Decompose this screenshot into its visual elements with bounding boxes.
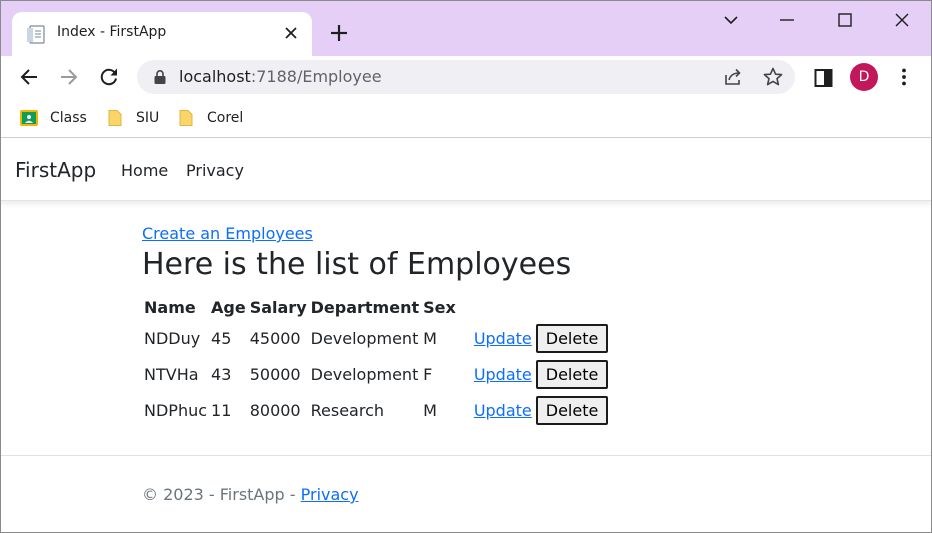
- tab-title: Index - FirstApp: [57, 24, 167, 40]
- footer-divider: [0, 455, 932, 456]
- nav-link-home[interactable]: Home: [121, 161, 168, 180]
- update-link[interactable]: Update: [460, 329, 532, 348]
- forward-arrow-icon[interactable]: [58, 66, 80, 88]
- browser-toolbar: localhost:7188/Employee D: [0, 56, 932, 100]
- column-header-age: Age: [211, 297, 246, 317]
- cell-department: Development: [310, 364, 419, 384]
- reload-icon[interactable]: [98, 66, 120, 88]
- page-title: Here is the list of Employees: [142, 247, 572, 282]
- footer-privacy-link[interactable]: Privacy: [301, 485, 359, 504]
- site-navbar: FirstApp Home Privacy: [0, 139, 932, 201]
- profile-avatar[interactable]: D: [850, 63, 878, 91]
- browser-tab[interactable]: Index - FirstApp: [12, 12, 312, 56]
- cell-sex: M: [423, 328, 437, 348]
- table-row: NDDuy 45 45000 Development M Update Dele…: [142, 320, 610, 356]
- close-tab-icon[interactable]: [282, 24, 300, 42]
- lock-icon[interactable]: [153, 69, 167, 85]
- employees-table: Name Age Salary Department Sex NDDuy 45 …: [142, 294, 610, 428]
- nav-link-privacy[interactable]: Privacy: [186, 161, 244, 180]
- page-viewport: FirstApp Home Privacy Create an Employee…: [0, 139, 932, 533]
- url-text[interactable]: localhost:7188/Employee: [179, 67, 382, 86]
- address-bar[interactable]: localhost:7188/Employee: [137, 60, 795, 94]
- delete-button[interactable]: Delete: [535, 395, 609, 425]
- cell-sex: F: [423, 364, 433, 384]
- folder-icon: [179, 110, 193, 126]
- column-header-salary: Salary: [249, 297, 307, 317]
- maximize-icon[interactable]: [835, 10, 855, 30]
- bookmark-class[interactable]: Class: [20, 107, 87, 129]
- bookmark-corel[interactable]: Corel: [177, 107, 243, 129]
- cell-salary: 80000: [249, 400, 301, 420]
- side-panel-icon[interactable]: [813, 67, 835, 89]
- table-row: NDPhuc 11 80000 Research M Update Delete: [142, 392, 610, 428]
- navbar-brand[interactable]: FirstApp: [15, 158, 96, 182]
- cell-age: 43: [211, 364, 232, 384]
- browser-titlebar: Index - FirstApp: [0, 0, 932, 56]
- cell-name: NDDuy: [144, 328, 201, 348]
- column-header-delete: [534, 294, 611, 320]
- url-host: localhost: [179, 67, 251, 86]
- bookmark-star-icon[interactable]: [762, 66, 784, 88]
- site-footer: © 2023 - FirstApp - Privacy: [142, 485, 359, 504]
- url-path: :7188/Employee: [250, 67, 382, 86]
- cell-name: NDPhuc: [144, 400, 208, 420]
- column-header-update: [458, 294, 534, 320]
- new-tab-icon[interactable]: [328, 22, 350, 44]
- page-favicon-icon: [27, 25, 45, 44]
- cell-sex: M: [423, 400, 437, 420]
- bookmark-label: Class: [50, 110, 87, 126]
- minimize-icon[interactable]: [777, 10, 797, 30]
- back-arrow-icon[interactable]: [18, 66, 40, 88]
- table-header-row: Name Age Salary Department Sex: [142, 294, 610, 320]
- bookmark-siu[interactable]: SIU: [106, 107, 159, 129]
- cell-age: 45: [211, 328, 232, 348]
- create-employee-link[interactable]: Create an Employees: [142, 224, 313, 243]
- bookmark-label: Corel: [207, 110, 244, 126]
- table-row: NTVHa 43 50000 Development F Update Dele…: [142, 356, 610, 392]
- column-header-name: Name: [144, 297, 196, 317]
- bookmarks-bar: Class SIU Corel: [0, 100, 932, 138]
- cell-salary: 45000: [249, 328, 301, 348]
- tab-search-chevron-icon[interactable]: [721, 10, 741, 30]
- update-link[interactable]: Update: [460, 365, 532, 384]
- close-window-icon[interactable]: [892, 10, 912, 30]
- cell-age: 11: [211, 400, 232, 420]
- update-link[interactable]: Update: [460, 401, 532, 420]
- cell-department: Research: [310, 400, 385, 420]
- folder-icon: [108, 110, 122, 126]
- delete-button[interactable]: Delete: [535, 359, 609, 389]
- delete-button[interactable]: Delete: [535, 323, 609, 353]
- more-menu-icon[interactable]: [893, 66, 915, 88]
- bookmark-label: SIU: [136, 110, 160, 126]
- column-header-department: Department: [310, 297, 420, 317]
- cell-department: Development: [310, 328, 419, 348]
- share-icon[interactable]: [722, 66, 744, 88]
- cell-name: NTVHa: [144, 364, 199, 384]
- cell-salary: 50000: [249, 364, 301, 384]
- google-classroom-icon: [20, 110, 38, 126]
- footer-copyright: © 2023 - FirstApp -: [142, 485, 301, 504]
- column-header-sex: Sex: [423, 297, 456, 317]
